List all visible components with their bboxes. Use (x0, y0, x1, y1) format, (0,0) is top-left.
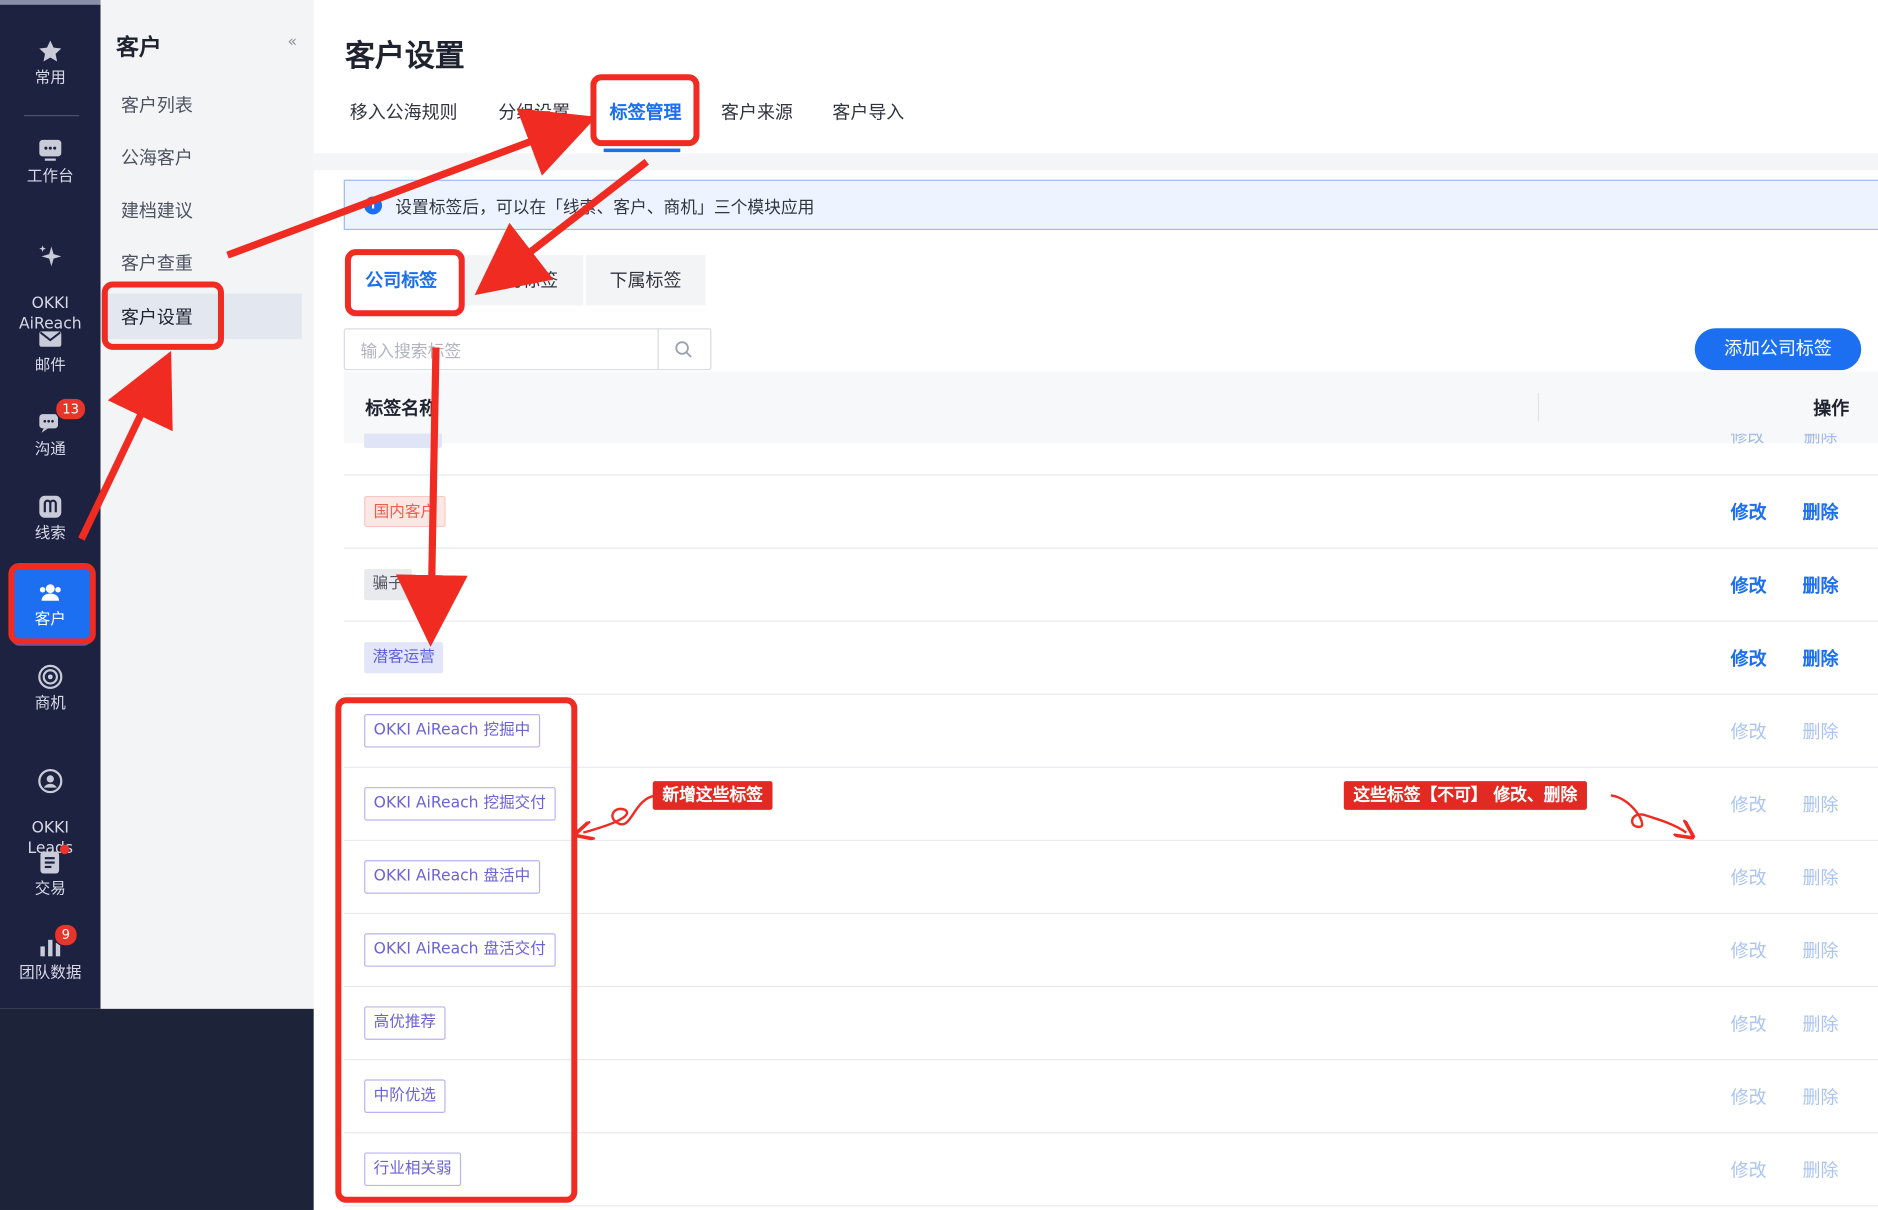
callout-cannot-edit: 这些标签【不可】 修改、删除 (1343, 781, 1587, 810)
arrow-settings-to-tab (226, 108, 597, 259)
arrow-rail-to-settings (78, 350, 173, 541)
arrow-search-to-rows (395, 347, 468, 647)
screenshot-stage: 常用 工作台 OKKI AiReach 邮件 沟通 13 线索 客户 商机 OK… (0, 0, 1878, 1210)
arrow-tab-to-subtab (474, 158, 649, 296)
annotation-arrows (78, 108, 1878, 1210)
curve-new-tags (583, 794, 657, 832)
callout-new-tags: 新增这些标签 (652, 781, 773, 810)
curve-cannot-edit (1610, 794, 1686, 832)
